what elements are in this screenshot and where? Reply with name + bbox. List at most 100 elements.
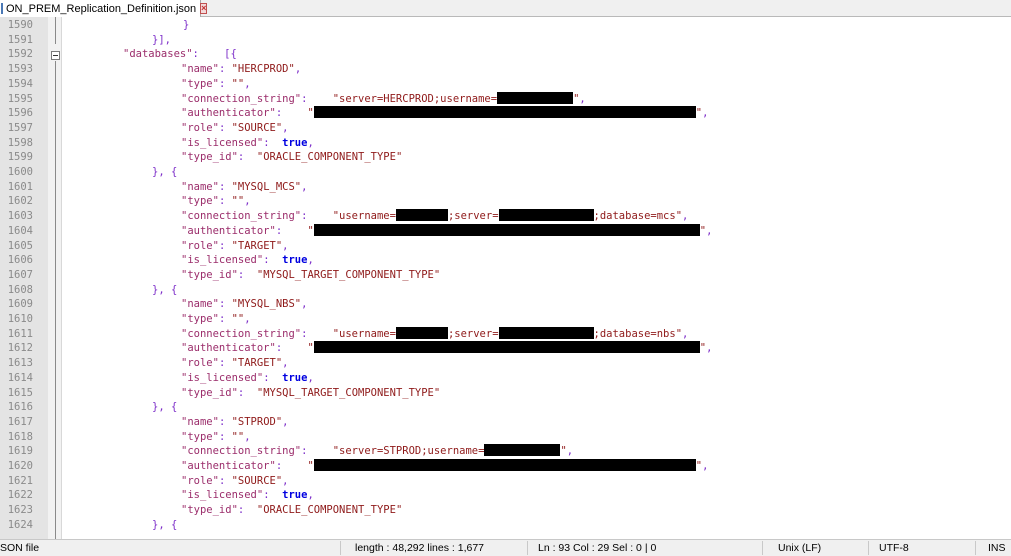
code-line[interactable]: 1603 "connection_string": "username= ;serv… xyxy=(0,209,1011,224)
json-punctuation: : xyxy=(275,460,308,472)
code-line[interactable]: 1618 "type": "", xyxy=(0,430,1011,445)
json-punctuation: : xyxy=(275,342,308,355)
redaction-bar xyxy=(497,91,574,104)
status-cursor-position: Ln : 93 Col : 29 Sel : 0 | 0 xyxy=(538,542,657,554)
json-punctuation: : xyxy=(301,210,333,223)
code-line[interactable]: 1609 "name": "MYSQL_NBS", xyxy=(0,297,1011,312)
code-text: }], xyxy=(152,33,171,48)
json-punctuation: : xyxy=(237,268,257,281)
code-line[interactable]: 1599 "type_id": "ORACLE_COMPONENT_TYPE" xyxy=(0,150,1011,165)
code-line[interactable]: 1598 "is_licensed": true, xyxy=(0,136,1011,151)
redaction-bar xyxy=(313,459,696,471)
code-text: "type_id": "MYSQL_TARGET_COMPONENT_TYPE" xyxy=(181,268,440,283)
code-line[interactable]: 1590} xyxy=(0,18,1011,33)
line-number: 1599 xyxy=(7,151,33,164)
code-line[interactable]: 1614 "is_licensed": true, xyxy=(0,371,1011,386)
json-string: ;database=nbs" xyxy=(593,327,683,340)
status-encoding[interactable]: UTF-8 xyxy=(879,542,909,554)
code-line[interactable]: 1591}], xyxy=(0,33,1011,48)
code-line[interactable]: 1612 "authenticator": " ", xyxy=(0,341,1011,356)
json-key: "type_id" xyxy=(181,268,238,281)
json-punctuation: }], xyxy=(152,33,171,46)
json-string: "username= xyxy=(332,210,396,223)
code-line[interactable]: 1616}, { xyxy=(0,400,1011,415)
json-punctuation: : xyxy=(218,313,232,325)
json-punctuation: , xyxy=(566,445,574,458)
redaction-bar xyxy=(395,209,448,222)
json-punctuation: , xyxy=(244,313,251,325)
json-string: "server=HERCPROD;username= xyxy=(332,92,498,105)
code-text: "connection_string": "server=HERCPROD;us… xyxy=(181,91,586,107)
line-number: 1609 xyxy=(7,298,33,311)
status-divider xyxy=(868,541,869,555)
status-length-lines: length : 48,292 lines : 1,677 xyxy=(355,542,485,554)
code-text: "connection_string": "username= ;server=;… xyxy=(181,326,688,342)
line-number: 1615 xyxy=(7,386,33,399)
redaction-bar xyxy=(313,223,700,236)
code-line[interactable]: 1621 "role": "SOURCE", xyxy=(0,474,1011,489)
json-key: "databases" xyxy=(123,48,193,61)
tab-filename: ON_PREM_Replication_Definition.json xyxy=(6,2,197,15)
code-line[interactable]: 1595 "connection_string": "server=HERCPRO… xyxy=(0,91,1011,107)
code-line[interactable]: 1604 "authenticator": " ", xyxy=(0,223,1011,239)
line-number: 1612 xyxy=(7,342,33,355)
status-insert-mode[interactable]: INS xyxy=(988,542,1006,554)
line-number: 1592 xyxy=(7,48,33,61)
file-tab[interactable]: ON_PREM_Replication_Definition.json × xyxy=(0,0,208,17)
code-line[interactable]: 1606 "is_licensed": true, xyxy=(0,253,1011,268)
json-punctuation: : xyxy=(218,298,232,311)
tab-bar: ON_PREM_Replication_Definition.json × xyxy=(0,0,1011,17)
line-number: 1624 xyxy=(7,518,33,531)
code-line[interactable]: 1613 "role": "TARGET", xyxy=(0,356,1011,371)
code-line[interactable]: 1601 "name": "MYSQL_MCS", xyxy=(0,180,1011,195)
code-line[interactable]: 1615 "type_id": "MYSQL_TARGET_COMPONENT_T… xyxy=(0,386,1011,401)
status-eol[interactable]: Unix (LF) xyxy=(778,542,821,554)
json-string: "HERCPROD" xyxy=(231,63,295,76)
redaction-bar xyxy=(498,209,594,222)
code-line[interactable]: 1597 "role": "SOURCE", xyxy=(0,121,1011,136)
code-line[interactable]: 1607 "type_id": "MYSQL_TARGET_COMPONENT_T… xyxy=(0,268,1011,283)
line-number: 1604 xyxy=(7,224,33,237)
json-key: "authenticator" xyxy=(181,224,276,237)
code-text: "type_id": "ORACLE_COMPONENT_TYPE" xyxy=(181,503,402,518)
json-punctuation: : xyxy=(218,63,232,76)
json-punctuation: : xyxy=(263,254,283,267)
code-line[interactable]: 1593 "name": "HERCPROD", xyxy=(0,62,1011,77)
json-string: "SOURCE" xyxy=(231,474,283,487)
line-number: 1618 xyxy=(7,430,33,443)
code-line[interactable]: 1611 "connection_string": "username= ;serv… xyxy=(0,326,1011,342)
code-text: }, { xyxy=(152,400,177,415)
code-editor[interactable]: 1590} 1591}], 1592 "databases": [{1593 "name… xyxy=(0,17,1011,539)
code-line[interactable]: 1619 "connection_string": "server=STPROD;… xyxy=(0,444,1011,459)
code-line[interactable]: 1592 "databases": [{ xyxy=(0,47,1011,62)
json-boolean: true xyxy=(282,136,308,149)
json-punctuation: : xyxy=(218,357,232,370)
code-line[interactable]: 1608}, { xyxy=(0,283,1011,298)
line-number: 1611 xyxy=(7,327,33,340)
code-line[interactable]: 1605 "role": "TARGET", xyxy=(0,239,1011,254)
code-line[interactable]: 1594 "type": "", xyxy=(0,77,1011,92)
code-line[interactable]: 1620 "authenticator": " ", xyxy=(0,459,1011,474)
line-number: 1608 xyxy=(7,283,33,296)
code-line[interactable]: 1623 "type_id": "ORACLE_COMPONENT_TYPE" xyxy=(0,503,1011,518)
code-text: "type": "", xyxy=(181,312,251,327)
line-number: 1620 xyxy=(7,460,33,472)
json-punctuation: : xyxy=(263,371,283,384)
code-line[interactable]: 1622 "is_licensed": true, xyxy=(0,488,1011,503)
code-line[interactable]: 1624}, { xyxy=(0,518,1011,533)
json-punctuation: : xyxy=(218,121,232,134)
code-line[interactable]: 1602 "type": "", xyxy=(0,194,1011,209)
redaction-bar xyxy=(395,326,448,339)
json-punctuation: : xyxy=(263,489,283,502)
json-punctuation: , xyxy=(282,357,289,370)
line-number: 1593 xyxy=(7,63,33,76)
json-punctuation: , xyxy=(579,92,586,105)
code-line[interactable]: 1600}, { xyxy=(0,165,1011,180)
json-key: "type" xyxy=(181,313,219,325)
line-number: 1601 xyxy=(7,180,33,193)
json-punctuation: , xyxy=(702,460,709,472)
code-line[interactable]: 1617 "name": "STPROD", xyxy=(0,415,1011,430)
close-icon[interactable]: × xyxy=(200,3,208,14)
code-line[interactable]: 1596 "authenticator": " ", xyxy=(0,106,1011,121)
code-line[interactable]: 1610 "type": "", xyxy=(0,312,1011,327)
